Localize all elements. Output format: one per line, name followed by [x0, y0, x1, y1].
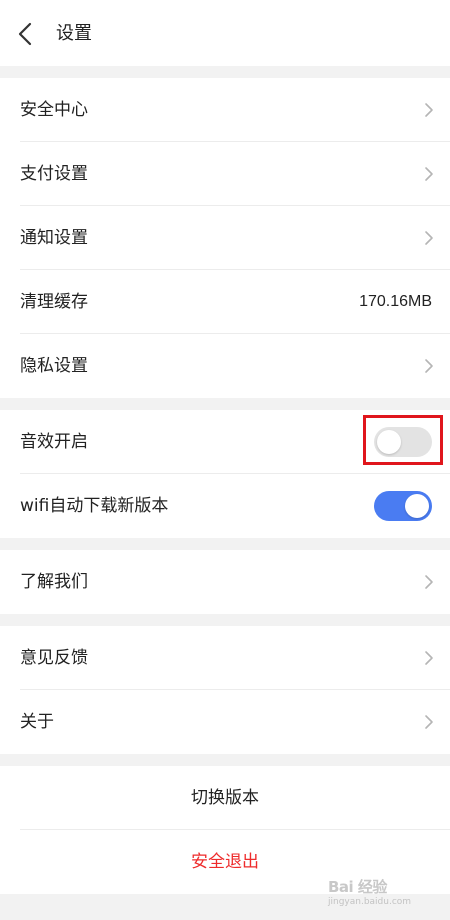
- settings-item-about-us[interactable]: 了解我们: [0, 550, 450, 614]
- settings-item-label: 意见反馈: [20, 648, 88, 668]
- watermark-brand: Bai 经验: [328, 878, 387, 896]
- switch-version-label: 切换版本: [191, 788, 259, 808]
- chevron-right-icon: [425, 715, 433, 729]
- settings-item-feedback[interactable]: 意见反馈: [0, 626, 450, 690]
- top-bar: 设置: [0, 0, 450, 66]
- settings-item-label: 支付设置: [20, 164, 88, 184]
- settings-item-label: 清理缓存: [20, 292, 88, 312]
- sound-effects-toggle[interactable]: [374, 427, 432, 457]
- settings-item-label: 安全中心: [20, 100, 88, 120]
- settings-item-label: 了解我们: [20, 572, 88, 592]
- wifi-auto-download-toggle[interactable]: [374, 491, 432, 521]
- settings-item-about[interactable]: 关于: [0, 690, 450, 754]
- settings-item-wifi-auto-download: wifi自动下载新版本: [0, 474, 450, 538]
- chevron-right-icon: [425, 231, 433, 245]
- settings-item-notifications[interactable]: 通知设置: [0, 206, 450, 270]
- settings-item-label: 关于: [20, 712, 54, 732]
- cache-size-value: 170.16MB: [359, 293, 432, 310]
- settings-item-label: 隐私设置: [20, 356, 88, 376]
- settings-item-payment[interactable]: 支付设置: [0, 142, 450, 206]
- chevron-right-icon: [425, 359, 433, 373]
- watermark: Bai 经验 jingyan.baidu.com: [328, 876, 438, 916]
- watermark-domain: jingyan.baidu.com: [328, 897, 412, 907]
- settings-item-label: wifi自动下载新版本: [20, 496, 169, 516]
- settings-item-label: 通知设置: [20, 228, 88, 248]
- back-chevron-icon[interactable]: [12, 18, 40, 50]
- settings-item-clear-cache[interactable]: 清理缓存 170.16MB: [0, 270, 450, 334]
- settings-item-label: 音效开启: [20, 432, 88, 452]
- toggle-knob: [405, 494, 429, 518]
- chevron-right-icon: [425, 651, 433, 665]
- page-title: 设置: [56, 23, 92, 44]
- chevron-right-icon: [425, 167, 433, 181]
- toggle-knob: [377, 430, 401, 454]
- chevron-right-icon: [425, 103, 433, 117]
- settings-item-security-center[interactable]: 安全中心: [0, 78, 450, 142]
- settings-item-privacy[interactable]: 隐私设置: [0, 334, 450, 398]
- settings-item-sound-effects: 音效开启: [0, 410, 450, 474]
- chevron-right-icon: [425, 575, 433, 589]
- switch-version-button[interactable]: 切换版本: [0, 766, 450, 830]
